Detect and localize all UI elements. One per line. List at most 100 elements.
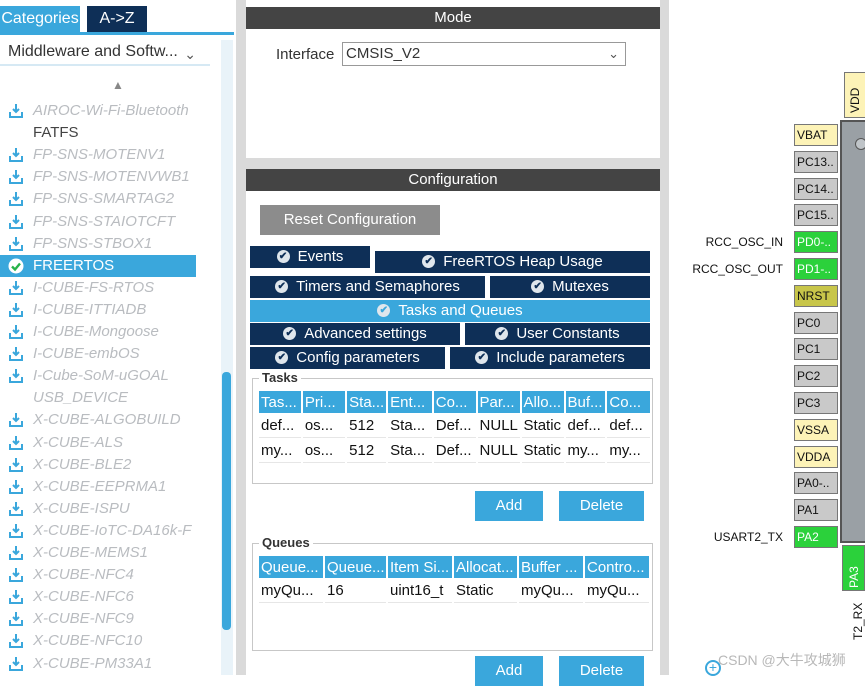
column-header[interactable]: Tas... — [259, 391, 301, 413]
tab-categories[interactable]: Categories — [0, 6, 80, 32]
pin-nrst[interactable]: NRST — [794, 284, 838, 307]
tab-user-constants[interactable]: ✔ User Constants — [465, 323, 650, 345]
column-header[interactable]: Co... — [607, 391, 650, 413]
list-item[interactable]: X-CUBE-ALS — [0, 432, 196, 454]
table-cell: 512 — [347, 413, 387, 438]
download-icon — [8, 214, 24, 230]
column-header[interactable]: Ent... — [388, 391, 432, 413]
list-item[interactable]: X-CUBE-PM33A1 — [0, 653, 196, 675]
column-header[interactable]: Par... — [477, 391, 520, 413]
pin-pc14-[interactable]: PC14.. — [794, 177, 838, 200]
table-cell: my... — [259, 438, 301, 463]
table-cell: uint16_t — [388, 578, 452, 603]
column-header[interactable]: Buf... — [565, 391, 606, 413]
pin-pc2[interactable]: PC2 — [794, 365, 838, 388]
tab-advanced-settings[interactable]: ✔ Advanced settings — [250, 323, 460, 345]
list-item[interactable]: FP-SNS-MOTENV1 — [0, 144, 196, 166]
list-item-label: I-CUBE-ITTIADB — [33, 300, 147, 318]
list-item[interactable]: X-CUBE-NFC9 — [0, 608, 196, 630]
list-item-label: I-CUBE-embOS — [33, 345, 140, 363]
tab-timers-and-semaphores[interactable]: ✔ Timers and Semaphores — [250, 276, 485, 298]
add-queue-button[interactable]: Add — [475, 656, 543, 686]
category-select[interactable]: Middleware and Softw... ⌄ — [0, 40, 210, 66]
check-circle-icon: ✔ — [377, 303, 391, 317]
list-item[interactable]: FP-SNS-STAIOTCFT — [0, 211, 196, 233]
column-header[interactable]: Allocat... — [454, 556, 517, 578]
panel-divider[interactable] — [660, 0, 669, 675]
tab-freertos-heap-usage[interactable]: ✔ FreeRTOS Heap Usage — [375, 251, 650, 273]
list-item-label: FATFS — [33, 124, 79, 142]
pin-pa1[interactable]: PA1 — [794, 499, 838, 522]
column-header[interactable]: Allo... — [521, 391, 564, 413]
pin-pc13-[interactable]: PC13.. — [794, 150, 838, 173]
list-item[interactable]: I-CUBE-Mongoose — [0, 321, 196, 343]
delete-queue-button[interactable]: Delete — [559, 656, 644, 686]
tasks-title: Tasks — [259, 370, 301, 385]
list-item[interactable]: X-CUBE-NFC4 — [0, 564, 196, 586]
pin-pa3[interactable]: PA3 — [842, 545, 865, 591]
column-header[interactable]: Contro... — [585, 556, 649, 578]
list-item[interactable]: I-CUBE-FS-RTOS — [0, 277, 196, 299]
pin-pa2[interactable]: PA2 — [794, 526, 838, 548]
list-item[interactable]: X-CUBE-ALGOBUILD — [0, 409, 196, 431]
list-item[interactable]: FP-SNS-SMARTAG2 — [0, 188, 196, 210]
list-item[interactable]: I-CUBE-embOS — [0, 343, 196, 365]
pin-vdd[interactable]: VDD — [844, 72, 865, 118]
list-item[interactable]: FP-SNS-MOTENVWB1 — [0, 166, 196, 188]
list-item[interactable]: FREERTOS — [0, 254, 196, 277]
pin-pa0-[interactable]: PA0-.. — [794, 472, 838, 495]
list-item[interactable]: I-Cube-SoM-uGOAL — [0, 365, 196, 387]
tab-events[interactable]: ✔ Events — [250, 246, 370, 268]
column-header[interactable]: Buffer ... — [519, 556, 583, 578]
reset-configuration-button[interactable]: Reset Configuration — [260, 205, 440, 235]
mode-header: Mode — [246, 7, 660, 29]
interface-select[interactable]: CMSIS_V2 ⌄ — [342, 42, 626, 66]
pin-pc3[interactable]: PC3 — [794, 392, 838, 414]
download-icon — [8, 545, 24, 561]
pin-pd1-[interactable]: PD1-.. — [794, 258, 838, 280]
list-item[interactable]: USB_DEVICE — [0, 387, 196, 409]
pin-vbat[interactable]: VBAT — [794, 124, 838, 146]
column-header[interactable]: Pri... — [302, 391, 346, 413]
table-row[interactable]: myQu... 16 uint16_t Static myQu... myQu... — [259, 578, 649, 603]
list-item[interactable]: X-CUBE-NFC6 — [0, 586, 196, 608]
list-item[interactable]: X-CUBE-ISPU — [0, 498, 196, 520]
column-header[interactable]: Item Si... — [388, 556, 452, 578]
list-item[interactable]: FATFS — [0, 122, 196, 144]
panel-divider[interactable] — [236, 0, 246, 675]
column-header[interactable]: Sta... — [347, 391, 387, 413]
list-item[interactable]: X-CUBE-EEPRMA1 — [0, 476, 196, 498]
tab-a-to-z[interactable]: A->Z — [87, 6, 147, 32]
tab-config-parameters[interactable]: ✔ Config parameters — [250, 347, 445, 369]
scrollbar-thumb[interactable] — [222, 372, 231, 630]
list-item[interactable]: I-CUBE-ITTIADB — [0, 299, 196, 321]
tab-tasks-and-queues[interactable]: ✔ Tasks and Queues — [250, 300, 650, 322]
column-header[interactable]: Queue... — [259, 556, 323, 578]
tab-include-parameters[interactable]: ✔ Include parameters — [450, 347, 650, 369]
list-item[interactable]: FP-SNS-STBOX1 — [0, 233, 196, 255]
pin-pc15-[interactable]: PC15.. — [794, 204, 838, 227]
list-item[interactable]: X-CUBE-BLE2 — [0, 454, 196, 476]
list-item[interactable]: AIROC-Wi-Fi-Bluetooth — [0, 100, 196, 122]
table-row[interactable]: my... os... 512 Sta... Def... NULL Static my...… — [259, 438, 650, 463]
list-item[interactable]: X-CUBE-IoTC-DA16k-F — [0, 520, 196, 542]
add-task-button[interactable]: Add — [475, 491, 543, 521]
pin-pc0[interactable]: PC0 — [794, 311, 838, 334]
table-row[interactable]: def... os... 512 Sta... Def... NULL Static def.… — [259, 413, 650, 438]
component-tree-panel: Categories A->Z Middleware and Softw... … — [0, 0, 236, 675]
list-item[interactable]: X-CUBE-NFC10 — [0, 630, 196, 652]
list-item[interactable]: X-CUBE-MEMS1 — [0, 542, 196, 564]
pin-pc1[interactable]: PC1 — [794, 338, 838, 361]
pin-signal-label: RCC_OSC_IN — [705, 235, 783, 250]
table-cell: Sta... — [388, 413, 432, 438]
delete-task-button[interactable]: Delete — [559, 491, 644, 521]
column-header[interactable]: Co... — [433, 391, 476, 413]
tab-label: Advanced settings — [304, 325, 427, 342]
pin-vdda[interactable]: VDDA — [794, 445, 838, 468]
column-header[interactable]: Queue... — [325, 556, 386, 578]
pin-pd0-[interactable]: PD0-.. — [794, 231, 838, 254]
tab-label: Tasks and Queues — [398, 302, 523, 319]
tab-mutexes[interactable]: ✔ Mutexes — [490, 276, 650, 298]
scroll-up-arrow-icon[interactable]: ▲ — [112, 79, 124, 91]
pin-vssa[interactable]: VSSA — [794, 418, 838, 441]
